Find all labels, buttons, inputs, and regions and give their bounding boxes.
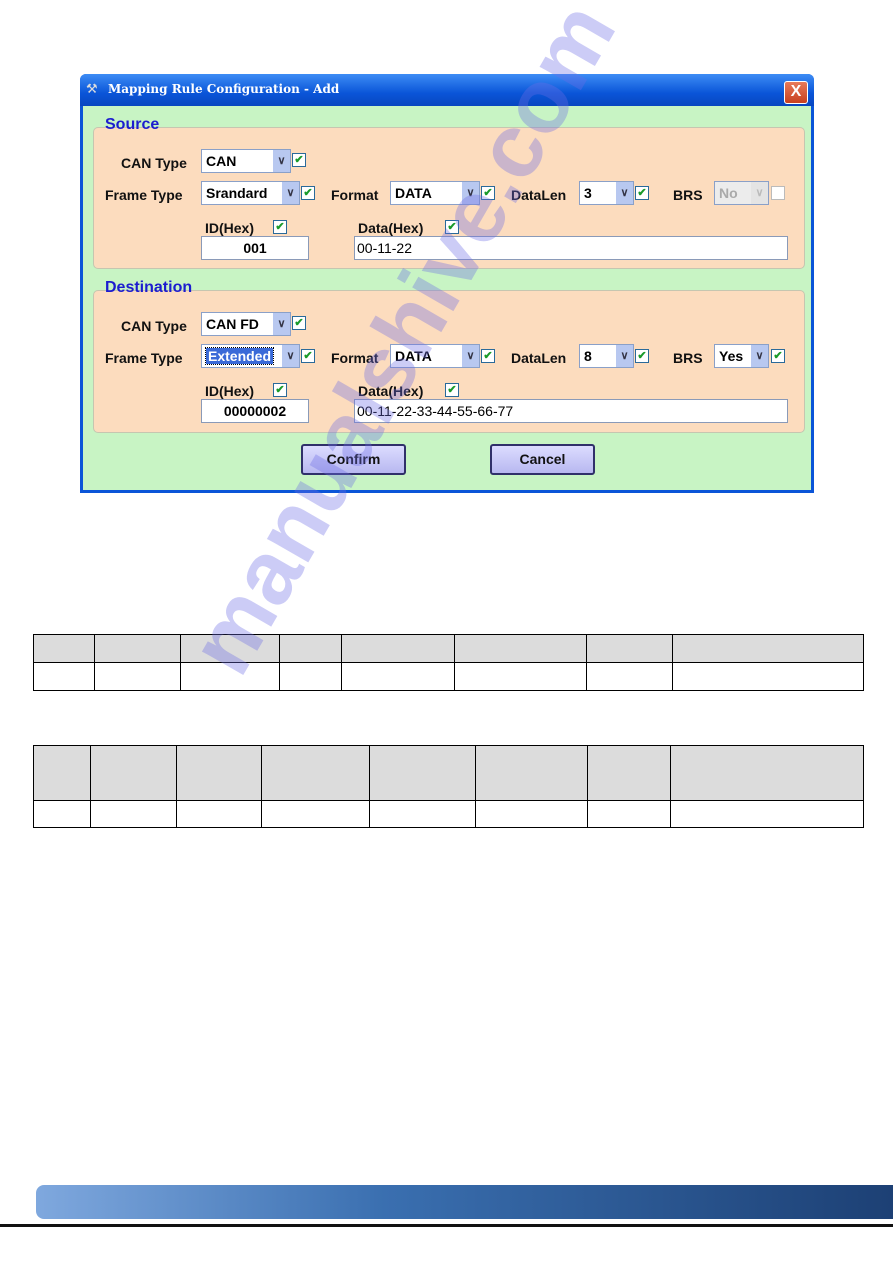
destination-data-checkbox[interactable]: ✔ [445, 383, 459, 397]
chevron-down-icon: ∨ [462, 345, 479, 367]
source-can-type-checkbox[interactable]: ✔ [292, 153, 306, 167]
title-bar[interactable]: ⚒ Mapping Rule Configuration - Add X [80, 74, 814, 106]
source-brs-checkbox[interactable] [771, 186, 785, 200]
can-type-label: CAN Type [121, 155, 187, 171]
selected-value: Extended [204, 347, 275, 365]
chevron-down-icon: ∨ [282, 182, 299, 204]
source-id-checkbox[interactable]: ✔ [273, 220, 287, 234]
selected-value: No [719, 185, 738, 201]
destination-id-input[interactable]: 00000002 [201, 399, 309, 423]
frame-type-label: Frame Type [105, 187, 183, 203]
table-row [33, 800, 864, 828]
close-button[interactable]: X [784, 81, 808, 104]
source-brs-select: No ∨ [714, 181, 769, 205]
table-header-row [33, 634, 864, 663]
selected-value: Yes [719, 348, 744, 364]
selected-value: CAN FD [206, 316, 259, 332]
chevron-down-icon: ∨ [751, 345, 768, 367]
chevron-down-icon: ∨ [282, 345, 299, 367]
cancel-button[interactable]: Cancel [490, 444, 595, 475]
source-frame-type-checkbox[interactable]: ✔ [301, 186, 315, 200]
chevron-down-icon: ∨ [616, 345, 633, 367]
app-icon: ⚒ [86, 81, 98, 96]
table-header-row [33, 745, 864, 801]
destination-brs-checkbox[interactable]: ✔ [771, 349, 785, 363]
brs-label: BRS [673, 350, 703, 366]
id-label: ID(Hex) [205, 383, 255, 399]
source-title: Source [105, 116, 160, 133]
source-frame-type-select[interactable]: Srandard ∨ [201, 181, 300, 205]
table-1 [33, 634, 864, 691]
source-datalen-select[interactable]: 3 ∨ [579, 181, 634, 205]
table-row [33, 662, 864, 691]
destination-format-checkbox[interactable]: ✔ [481, 349, 495, 363]
can-type-label: CAN Type [121, 318, 187, 334]
destination-title: Destination [105, 279, 193, 296]
destination-frame-type-checkbox[interactable]: ✔ [301, 349, 315, 363]
source-datalen-checkbox[interactable]: ✔ [635, 186, 649, 200]
destination-frame-type-select[interactable]: Extended ∨ [201, 344, 300, 368]
footer-bar [36, 1185, 893, 1219]
datalen-label: DataLen [511, 350, 567, 366]
table-2 [33, 745, 864, 828]
chevron-down-icon: ∨ [616, 182, 633, 204]
dialog-title: Mapping Rule Configuration - Add [108, 82, 340, 96]
id-label: ID(Hex) [205, 220, 255, 236]
source-id-input[interactable]: 001 [201, 236, 309, 260]
chevron-down-icon: ∨ [751, 182, 768, 204]
destination-can-type-checkbox[interactable]: ✔ [292, 316, 306, 330]
selected-value: Srandard [206, 185, 268, 201]
destination-can-type-select[interactable]: CAN FD ∨ [201, 312, 291, 336]
destination-brs-select[interactable]: Yes ∨ [714, 344, 769, 368]
destination-datalen-checkbox[interactable]: ✔ [635, 349, 649, 363]
brs-label: BRS [673, 187, 703, 203]
selected-value: 3 [584, 185, 592, 201]
destination-datalen-select[interactable]: 8 ∨ [579, 344, 634, 368]
frame-type-label: Frame Type [105, 350, 183, 366]
footer-line [0, 1224, 893, 1227]
selected-value: 8 [584, 348, 592, 364]
source-can-type-select[interactable]: CAN ∨ [201, 149, 291, 173]
selected-value: CAN [206, 153, 237, 169]
chevron-down-icon: ∨ [273, 150, 290, 172]
destination-id-checkbox[interactable]: ✔ [273, 383, 287, 397]
chevron-down-icon: ∨ [273, 313, 290, 335]
format-label: Format [331, 187, 379, 203]
